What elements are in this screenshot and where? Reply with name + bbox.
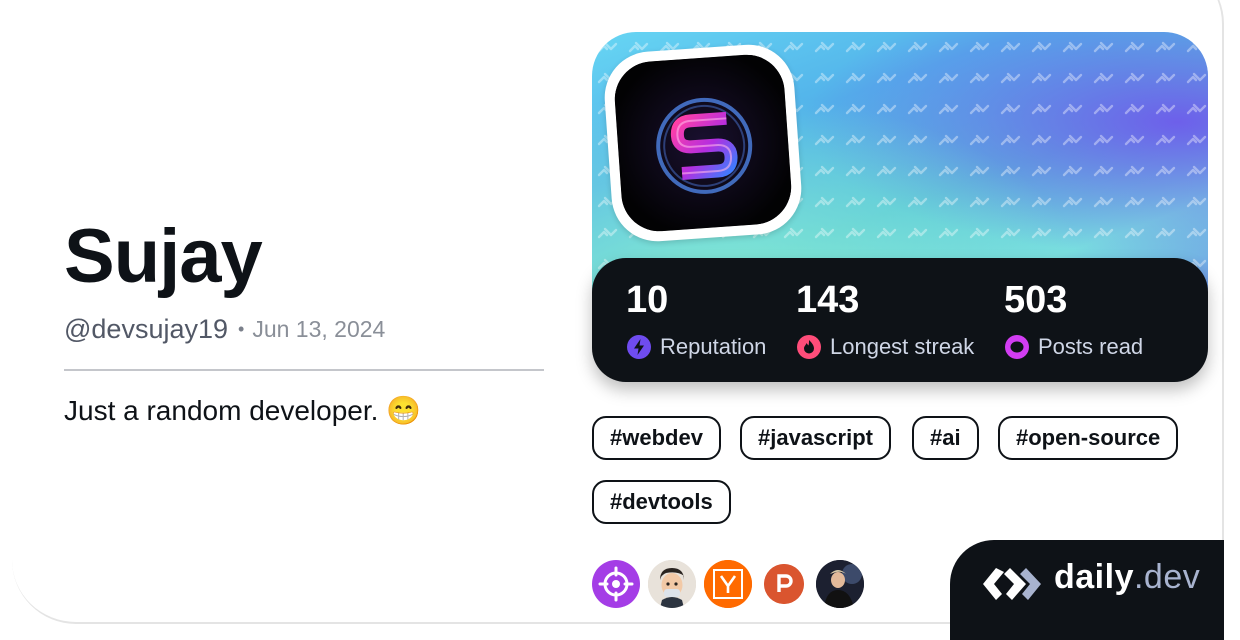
product-hunt-icon [764, 564, 804, 604]
stat-value: 143 [796, 279, 860, 321]
avatar[interactable] [601, 41, 805, 245]
divider [64, 369, 544, 371]
meta-separator: • [238, 319, 245, 339]
person-source-avatar[interactable] [816, 560, 864, 608]
hacker-news-source-avatar[interactable] [704, 560, 752, 608]
daily-dev-logo-icon [983, 568, 1041, 600]
s-logo-icon [612, 52, 794, 234]
streak-flame-icon [797, 335, 821, 359]
stat-posts-read: 503 Posts read [1004, 278, 1143, 360]
tag-open-source[interactable]: #open-source [998, 416, 1179, 460]
reputation-bolt-icon [627, 335, 651, 359]
crosshair-source-avatar[interactable] [592, 560, 640, 608]
profile-handle[interactable]: @devsujay19 [64, 314, 228, 345]
stat-label: Posts read [1038, 334, 1144, 359]
tag-devtools[interactable]: #devtools [592, 480, 731, 524]
hacker-news-icon [704, 560, 752, 608]
posts-read-ring-icon [1005, 335, 1029, 359]
memoji-source-avatar[interactable] [648, 560, 696, 608]
memoji-icon [648, 560, 696, 608]
profile-name: Sujay [64, 214, 263, 299]
person-photo-icon [816, 560, 864, 608]
product-hunt-source-avatar[interactable] [764, 564, 804, 604]
profile-bio: Just a random developer. 😁 [64, 395, 422, 426]
joined-date: Jun 13, 2024 [252, 316, 386, 342]
profile-meta: @devsujay19 • Jun 13, 2024 [64, 314, 385, 345]
brand-name: daily [1054, 558, 1134, 596]
crosshair-icon [598, 566, 634, 602]
brand-tld: .dev [1133, 558, 1201, 596]
stat-value: 10 [626, 279, 669, 321]
stat-streak: 143 Longest streak [796, 278, 974, 360]
stat-label: Reputation [660, 334, 767, 359]
stats-panel: 10 Reputation 143 Longest streak 503 Pos… [592, 258, 1208, 382]
tag-javascript[interactable]: #javascript [740, 416, 891, 460]
tag-webdev[interactable]: #webdev [592, 416, 721, 460]
stat-reputation: 10 Reputation [626, 278, 766, 360]
brand-wordmark: daily.dev [1054, 558, 1200, 597]
tag-ai[interactable]: #ai [912, 416, 979, 460]
stat-label: Longest streak [830, 334, 975, 359]
stat-value: 503 [1004, 279, 1068, 321]
